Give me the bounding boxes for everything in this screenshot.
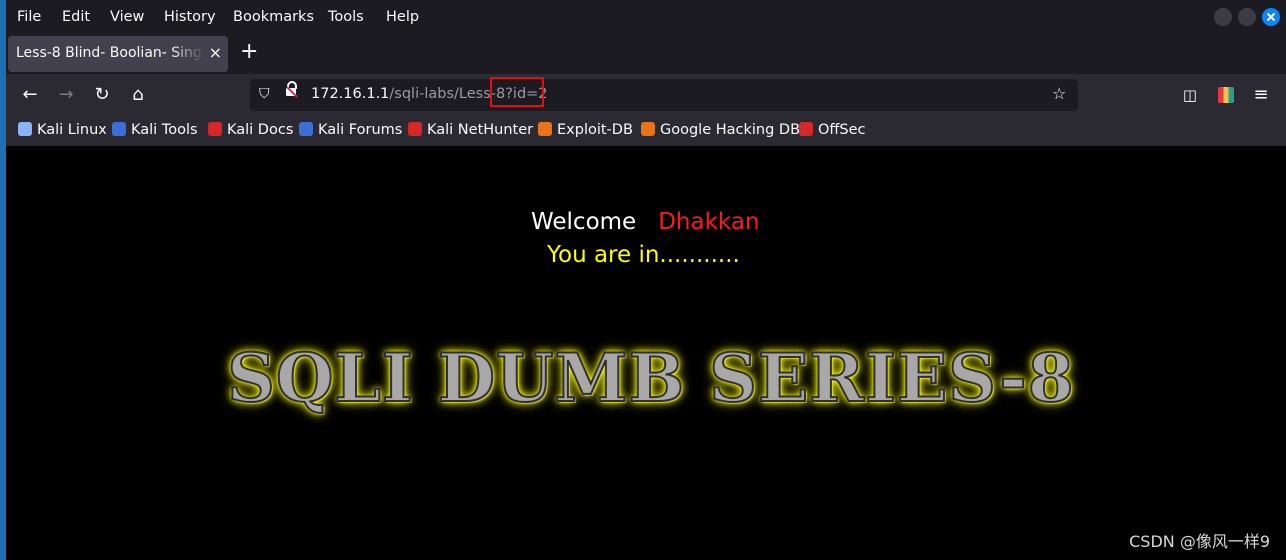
offsec-icon xyxy=(799,122,813,136)
menubar: File Edit View History Bookmarks Tools H… xyxy=(6,0,1286,34)
url-query-highlight-box xyxy=(490,77,544,107)
shield-icon[interactable]: ⛉ xyxy=(259,86,270,102)
app-menu-icon[interactable]: ≡ xyxy=(1249,83,1273,107)
bookmark-label: Kali NetHunter xyxy=(427,122,534,138)
page-content: Welcome Dhakkan You are in........... SQL… xyxy=(6,146,1286,560)
menu-bookmarks[interactable]: Bookmarks xyxy=(233,8,314,26)
ghdb-icon xyxy=(641,122,655,136)
url-path: /sqli-labs/Less-8 xyxy=(389,86,506,102)
tab-active[interactable]: Less-8 Blind- Boolian- Single Quotes- St… xyxy=(8,36,228,72)
menu-tools[interactable]: Tools xyxy=(328,8,364,26)
forward-arrow-icon[interactable]: → xyxy=(54,83,78,107)
back-arrow-icon[interactable]: ← xyxy=(18,83,42,107)
minimize-button[interactable] xyxy=(1214,8,1232,26)
bookmark-offsec[interactable]: OffSec xyxy=(799,122,866,138)
bookmark-exploit-db[interactable]: Exploit-DB xyxy=(538,122,633,138)
bookmarks-toolbar: Kali Linux Kali Tools Kali Docs Kali For… xyxy=(6,116,1286,146)
menu-edit[interactable]: Edit xyxy=(62,8,90,26)
url-bar[interactable]: ⛉ 172.16.1.1/sqli-labs/Less-8?id=2 ☆ xyxy=(250,77,1078,111)
bookmark-label: OffSec xyxy=(818,122,866,138)
star-bookmark-icon[interactable]: ☆ xyxy=(1052,84,1066,103)
menu-file[interactable]: File xyxy=(17,8,41,26)
pocket-icon[interactable]: ◫ xyxy=(1178,83,1202,107)
kali-tools-icon xyxy=(112,122,126,136)
tab-strip: Less-8 Blind- Boolian- Single Quotes- St… xyxy=(6,34,1286,74)
user-name: Dhakkan xyxy=(658,209,760,235)
bookmark-kali-nethunter[interactable]: Kali NetHunter xyxy=(408,122,533,138)
new-tab-button[interactable]: + xyxy=(240,39,258,64)
bookmark-label: Kali Linux xyxy=(37,122,107,138)
bookmark-google-hacking-db[interactable]: Google Hacking DB xyxy=(641,122,800,138)
bookmark-kali-forums[interactable]: Kali Forums xyxy=(299,122,402,138)
bookmark-kali-tools[interactable]: Kali Tools xyxy=(112,122,198,138)
series-banner-image: SQLI DUMB SERIES-8 xyxy=(226,338,1075,418)
bookmark-label: Kali Forums xyxy=(318,122,403,138)
tab-title: Less-8 Blind- Boolian- Single Quotes- St… xyxy=(16,45,204,61)
url-host: 172.16.1.1 xyxy=(311,86,390,102)
bookmark-label: Kali Docs xyxy=(227,122,294,138)
navigation-toolbar: ← → ↻ ⌂ ⛉ 172.16.1.1/sqli-labs/Less-8?id… xyxy=(6,74,1286,116)
bookmark-label: Google Hacking DB xyxy=(660,122,801,138)
kali-dragon-icon xyxy=(18,122,32,136)
bookmark-kali-docs[interactable]: Kali Docs xyxy=(208,122,293,138)
kali-forums-icon xyxy=(299,122,313,136)
welcome-text: Welcome xyxy=(531,209,637,235)
nethunter-icon xyxy=(408,122,422,136)
menu-view[interactable]: View xyxy=(110,8,144,26)
home-icon[interactable]: ⌂ xyxy=(126,83,150,107)
exploit-db-icon xyxy=(538,122,552,136)
reload-icon[interactable]: ↻ xyxy=(90,83,114,107)
tab-close-icon[interactable]: × xyxy=(209,43,222,62)
menu-history[interactable]: History xyxy=(164,8,216,26)
extension-icon[interactable] xyxy=(1214,83,1238,107)
status-message: You are in........... xyxy=(547,242,740,268)
bookmark-kali-linux[interactable]: Kali Linux xyxy=(18,122,107,138)
maximize-button[interactable] xyxy=(1238,8,1256,26)
welcome-line: Welcome Dhakkan xyxy=(531,209,760,235)
bookmark-label: Kali Tools xyxy=(131,122,198,138)
kali-docs-icon xyxy=(208,122,222,136)
bookmark-label: Exploit-DB xyxy=(557,122,633,138)
close-window-button[interactable] xyxy=(1262,8,1280,26)
watermark: CSDN @像风一样9 xyxy=(1129,532,1270,551)
menu-help[interactable]: Help xyxy=(386,8,419,26)
browser-window: File Edit View History Bookmarks Tools H… xyxy=(6,0,1286,560)
